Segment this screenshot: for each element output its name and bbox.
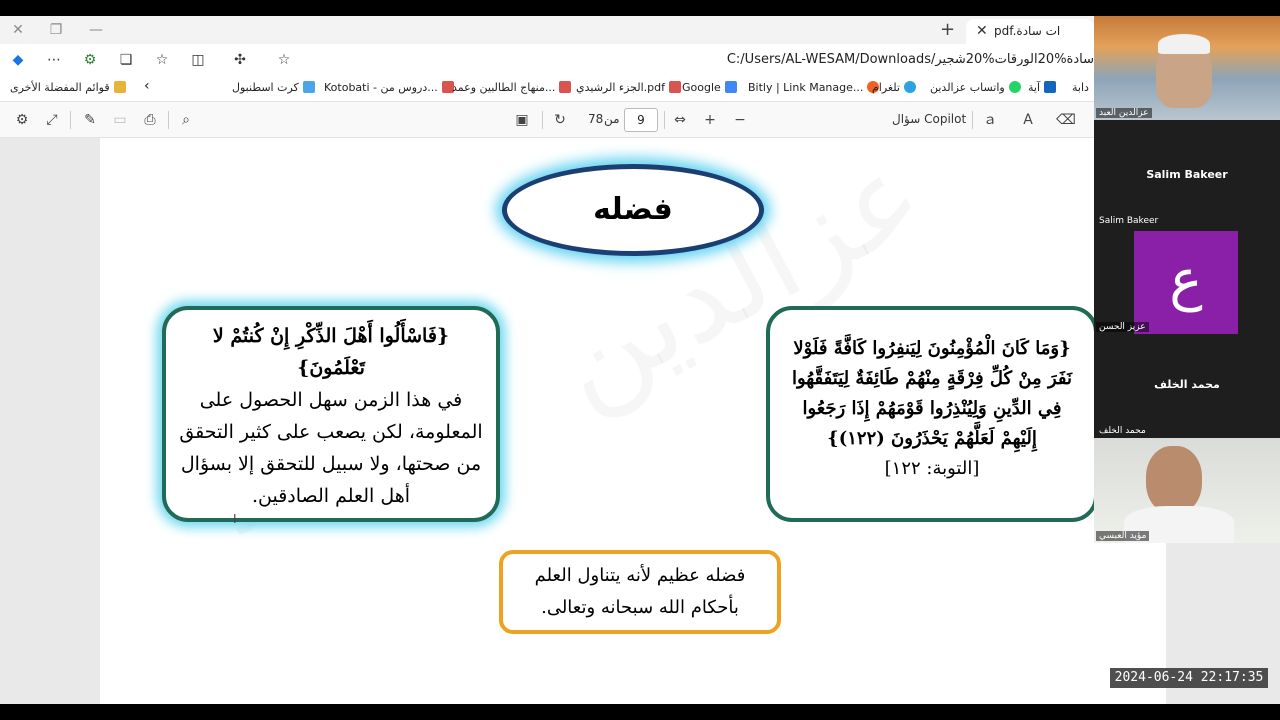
zoom-out-icon[interactable]: − xyxy=(730,111,750,129)
chevron-left-icon[interactable]: ‹ xyxy=(144,78,150,94)
participant-tile[interactable]: محمد الخلف محمد الخلف xyxy=(1094,334,1280,438)
add-favorite-icon[interactable]: ☆ xyxy=(274,50,294,70)
slide-title: فضله xyxy=(593,192,673,227)
title-ellipse: فضله xyxy=(502,164,764,256)
left-box: {فَاسْأَلُوا أَهْلَ الذِّكْرِ إِنْ كُنتُ… xyxy=(162,306,500,522)
divider xyxy=(542,111,543,129)
bookmark-item[interactable]: Kotobati - دروس من... xyxy=(324,81,454,94)
extensions-puzzle-icon[interactable]: ✣ xyxy=(230,50,250,70)
participant-video xyxy=(1146,446,1202,514)
whatsapp-icon xyxy=(1008,81,1021,93)
divider xyxy=(70,111,71,129)
minimize-window-icon[interactable]: — xyxy=(82,20,110,40)
bookmark-item[interactable]: واتساب عزالدين xyxy=(930,81,1021,94)
bookmark-item[interactable]: تلغرام xyxy=(872,81,916,94)
new-tab-icon[interactable]: + xyxy=(940,19,955,40)
close-window-icon[interactable]: ✕ xyxy=(4,20,32,40)
right-reference: [التوبة: ١٢٢] xyxy=(884,458,980,479)
translate-icon[interactable]: ａ xyxy=(980,111,1000,129)
right-verse: {وَمَا كَانَ الْمُؤْمِنُونَ لِيَنفِرُوا … xyxy=(791,338,1073,449)
eraser-icon[interactable]: ⌫ xyxy=(1056,111,1076,129)
telegram-icon xyxy=(903,81,916,93)
participant-tile[interactable]: Salim Bakeer Salim Bakeer xyxy=(1094,124,1280,228)
pdf-icon xyxy=(669,81,681,93)
left-text: في هذا الزمن سهل الحصول على المعلومة، لك… xyxy=(179,389,483,507)
divider xyxy=(664,111,665,129)
participant-tile[interactable]: ع عزيز الحسن xyxy=(1094,226,1280,334)
restore-window-icon[interactable]: ❐ xyxy=(42,20,70,40)
participant-tile[interactable]: عزالدين العبد xyxy=(1094,16,1280,120)
google-icon xyxy=(724,81,737,93)
rotate-icon[interactable]: ↻ xyxy=(550,111,570,129)
more-icon[interactable]: ⋯ xyxy=(44,50,64,70)
title-bar: ✕ ❐ — + ✕ pdf.ات سادة xyxy=(0,16,1094,44)
participant-label: مؤيد العبسي xyxy=(1096,531,1150,541)
participant-label: محمد الخلف xyxy=(1099,426,1146,436)
pdf-page: عزالدين العبد فضله {فَاسْأَلُوا أَهْلَ ا… xyxy=(100,138,1166,704)
collections-icon[interactable]: ❏ xyxy=(116,50,136,70)
zoom-in-icon[interactable]: + xyxy=(700,111,720,129)
tab-title: pdf.ات سادة xyxy=(994,24,1061,38)
bookmark-item[interactable]: Bitly | Link Manage... xyxy=(748,81,880,94)
participant-label: عزيز الحسن xyxy=(1096,322,1149,332)
print-icon[interactable]: ⎙ xyxy=(140,111,160,129)
close-tab-icon[interactable]: ✕ xyxy=(976,19,988,44)
pdf-icon xyxy=(559,81,572,93)
browser-window: ✕ ❐ — + ✕ pdf.ات سادة ◆ ⋯ ⚙ ❏ ☆ ◫ ✣ ☆ C:… xyxy=(0,16,1280,704)
favorites-icon[interactable]: ☆ xyxy=(152,50,172,70)
shield-icon xyxy=(1044,81,1057,93)
page-number-input[interactable]: 9 xyxy=(624,108,658,132)
ask-copilot-button[interactable]: سؤال Copilot xyxy=(892,112,966,126)
bottom-text: فضله عظيم لأنه يتناول العلم بأحكام الله … xyxy=(534,565,746,618)
fit-page-icon[interactable]: ⇔ xyxy=(670,111,690,129)
save-as-icon[interactable]: ✎ xyxy=(80,111,100,129)
participant-tile[interactable]: مؤيد العبسي xyxy=(1094,438,1280,543)
participant-cap xyxy=(1158,34,1210,54)
participant-name: محمد الخلف xyxy=(1154,378,1220,391)
page-view-icon[interactable]: ▣ xyxy=(512,111,532,129)
folder-icon xyxy=(113,81,126,93)
bookmark-other-favorites[interactable]: قوائم المفضلة الأخرى xyxy=(10,81,126,94)
participant-label: Salim Bakeer xyxy=(1099,216,1159,226)
bookmark-item[interactable]: دابة xyxy=(1072,81,1089,94)
split-screen-icon[interactable]: ◫ xyxy=(188,50,208,70)
timestamp-overlay: 2024-06-24 22:17:35 xyxy=(1110,668,1268,688)
bookmark-item[interactable]: آية xyxy=(1028,81,1057,94)
right-box: {وَمَا كَانَ الْمُؤْمِنُونَ لِيَنفِرُوا … xyxy=(766,306,1098,522)
bottom-box: فضله عظيم لأنه يتناول العلم بأحكام الله … xyxy=(499,550,781,634)
tab-pdf[interactable]: ✕ pdf.ات سادة xyxy=(966,19,1094,44)
left-verse: {فَاسْأَلُوا أَهْلَ الذِّكْرِ إِنْ كُنتُ… xyxy=(212,325,450,379)
url-field[interactable]: C:/Users/AL-WESAM/Downloads/سادة%20الورق… xyxy=(300,48,1094,72)
bookmark-item[interactable]: Google xyxy=(682,81,737,94)
divider xyxy=(168,111,169,129)
copilot-icon[interactable]: ◆ xyxy=(8,50,28,70)
save-icon[interactable]: ▭ xyxy=(110,111,130,129)
bottom-letterbox xyxy=(0,704,1280,720)
text-cursor-icon: I xyxy=(233,512,237,526)
participants-panel: عزالدين العبد Salim Bakeer Salim Bakeer … xyxy=(1094,16,1280,543)
page-of-label: من xyxy=(604,112,620,126)
bookmark-item[interactable]: الجزء الرشيدي.pdf xyxy=(576,81,681,94)
read-aloud-icon[interactable]: A xyxy=(1018,111,1038,129)
avatar: ع xyxy=(1134,231,1238,334)
bookmark-item[interactable]: كرت اسطنبول xyxy=(232,81,315,94)
bookmark-item[interactable]: منهاج الطالبين وعمد... xyxy=(452,81,572,94)
pdf-toolbar: ⚙ ⤢ ✎ ▭ ⎙ ⌕ ▣ ↻ 78 من 9 ⇔ + − سؤال Copil… xyxy=(0,102,1094,138)
participant-label: عزالدين العبد xyxy=(1096,108,1152,118)
search-icon[interactable]: ⌕ xyxy=(176,111,196,129)
settings-icon[interactable]: ⚙ xyxy=(12,111,32,129)
address-toolbar: ◆ ⋯ ⚙ ❏ ☆ ◫ ✣ ☆ C:/Users/AL-WESAM/Downlo… xyxy=(0,44,1094,76)
bookmark-icon xyxy=(302,81,315,93)
fullscreen-icon[interactable]: ⤢ xyxy=(42,111,62,129)
document-viewer: عزالدين العبد فضله {فَاسْأَلُوا أَهْلَ ا… xyxy=(0,138,1166,704)
total-pages: 78 xyxy=(588,112,604,126)
extension-icon[interactable]: ⚙ xyxy=(80,50,100,70)
participant-name: Salim Bakeer xyxy=(1146,168,1228,181)
bookmarks-bar: قوائم المفضلة الأخرى ‹ كرت اسطنبول Kotob… xyxy=(0,76,1094,102)
divider xyxy=(972,111,973,129)
